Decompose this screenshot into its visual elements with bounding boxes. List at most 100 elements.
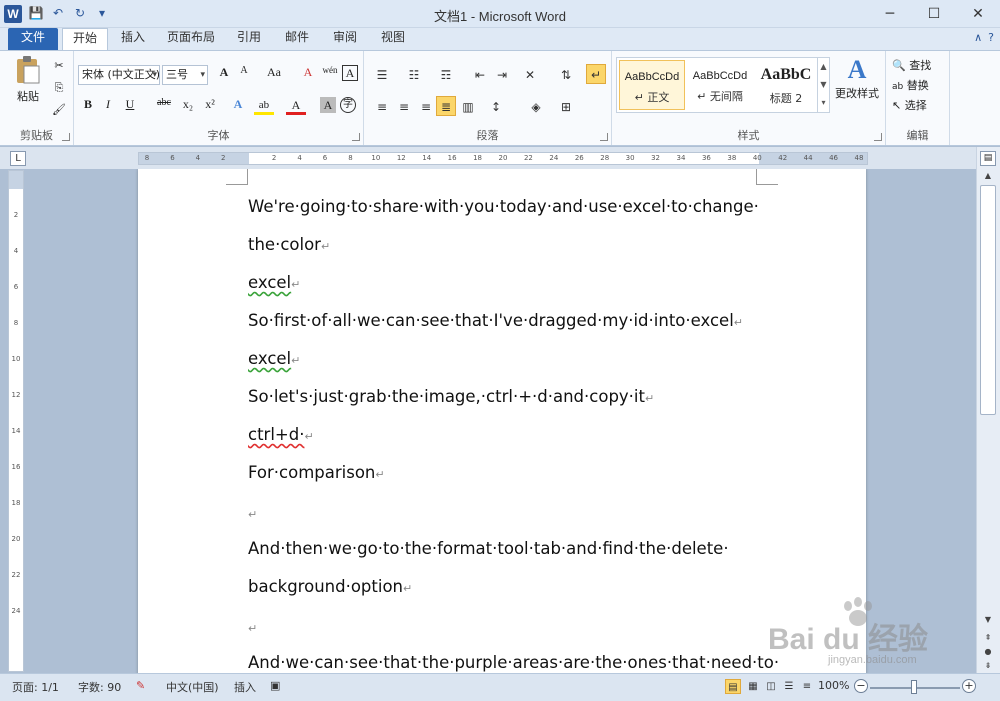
clear-formatting-icon[interactable]: A bbox=[298, 65, 318, 85]
close-button[interactable]: ✕ bbox=[956, 0, 1000, 28]
document-paragraph[interactable]: We're·going·to·share·with·you·today·and·… bbox=[248, 197, 760, 217]
justify-icon[interactable]: ≣ bbox=[436, 96, 456, 116]
tab-insert[interactable]: 插入 bbox=[112, 28, 154, 50]
document-paragraph[interactable]: background·option↵ bbox=[248, 577, 760, 599]
shrink-font-icon[interactable]: A bbox=[234, 65, 254, 85]
zoom-in-button[interactable]: + bbox=[962, 679, 976, 693]
collapse-ribbon-icon[interactable]: ∧ bbox=[974, 31, 982, 44]
enclose-characters-icon[interactable]: 字 bbox=[340, 97, 356, 113]
align-left-icon[interactable]: ≡ bbox=[372, 97, 392, 117]
zoom-level[interactable]: 100% bbox=[818, 679, 849, 692]
help-icon[interactable]: ? bbox=[988, 31, 994, 44]
show-marks-icon[interactable]: ↵ bbox=[586, 64, 606, 84]
outline-view-icon[interactable]: ☰ bbox=[781, 679, 797, 694]
browse-object-icon[interactable]: ● bbox=[981, 645, 995, 659]
paste-button[interactable]: 粘贴 bbox=[10, 55, 46, 113]
document-paragraph[interactable]: So·first·of·all·we·can·see·that·I've·dra… bbox=[248, 311, 760, 333]
font-color-icon[interactable]: A bbox=[286, 97, 306, 115]
style-normal[interactable]: AaBbCcDd ↵ 正文 bbox=[619, 60, 685, 110]
redo-icon[interactable]: ↻ bbox=[72, 5, 88, 21]
style-no-spacing[interactable]: AaBbCcDd ↵ 无间隔 bbox=[687, 60, 753, 110]
bullets-icon[interactable]: ☰ bbox=[372, 65, 392, 85]
tab-view[interactable]: 视图 bbox=[372, 28, 414, 50]
tab-page-layout[interactable]: 页面布局 bbox=[160, 28, 222, 50]
tab-file[interactable]: 文件 bbox=[8, 28, 58, 50]
sort-icon[interactable]: ⇅ bbox=[556, 65, 576, 85]
font-size-select[interactable]: 三号 bbox=[162, 65, 208, 85]
superscript-button[interactable]: x² bbox=[200, 97, 220, 117]
zoom-out-button[interactable]: − bbox=[854, 679, 868, 693]
horizontal-ruler[interactable]: 8 6 4 2 2 4 6 8 10 12 14 16 18 20 22 24 26 28 30 32 34 36 38 40… bbox=[138, 152, 868, 165]
document-paragraph[interactable]: excel↵ bbox=[248, 273, 760, 295]
align-center-icon[interactable]: ≡ bbox=[394, 97, 414, 117]
document-paragraph[interactable]: ↵ bbox=[248, 503, 760, 525]
vertical-ruler[interactable]: 2 4 6 8 10 12 14 16 18 20 22 24 bbox=[8, 170, 24, 672]
tab-review[interactable]: 审阅 bbox=[324, 28, 366, 50]
styles-launcher-icon[interactable] bbox=[874, 133, 882, 141]
paragraph-launcher-icon[interactable] bbox=[600, 133, 608, 141]
macro-record-icon[interactable]: ▣ bbox=[270, 679, 280, 692]
increase-indent-icon[interactable]: ⇥ bbox=[492, 65, 512, 85]
tab-selector-button[interactable]: L bbox=[10, 151, 26, 166]
draft-view-icon[interactable]: ≡ bbox=[799, 679, 815, 694]
document-paragraph[interactable]: So·let's·just·grab·the·image,·ctrl·+·d·a… bbox=[248, 387, 760, 409]
text-effects-icon[interactable]: A bbox=[228, 97, 248, 117]
cut-icon[interactable]: ✂ bbox=[50, 59, 68, 72]
format-painter-icon[interactable]: 🖌 bbox=[50, 103, 68, 116]
underline-button[interactable]: U bbox=[120, 97, 140, 117]
change-case-icon[interactable]: Aa bbox=[262, 65, 286, 85]
previous-page-icon[interactable]: ⇞ bbox=[981, 631, 995, 645]
next-page-icon[interactable]: ⇟ bbox=[981, 659, 995, 673]
italic-button[interactable]: I bbox=[98, 97, 118, 117]
borders-icon[interactable]: ⊞ bbox=[556, 97, 576, 117]
highlight-color-icon[interactable]: ab bbox=[254, 97, 274, 115]
web-layout-view-icon[interactable]: ◫ bbox=[763, 679, 779, 694]
change-styles-button[interactable]: A 更改样式 bbox=[834, 55, 880, 101]
strikethrough-button[interactable]: abc bbox=[152, 97, 176, 117]
phonetic-guide-icon[interactable]: wén bbox=[320, 65, 340, 85]
vertical-scrollbar[interactable]: ▤ ▲ ▼ ⇞ ● ⇟ bbox=[976, 147, 1000, 673]
character-shading-icon[interactable]: A bbox=[320, 97, 336, 113]
bold-button[interactable]: B bbox=[78, 97, 98, 117]
replace-button[interactable]: ab 替换 bbox=[892, 77, 929, 93]
line-spacing-icon[interactable]: ↕ bbox=[486, 97, 506, 117]
zoom-slider-knob[interactable] bbox=[911, 680, 917, 694]
decrease-indent-icon[interactable]: ⇤ bbox=[470, 65, 490, 85]
document-paragraph[interactable]: the·color↵ bbox=[248, 235, 760, 257]
document-paragraph[interactable]: And·we·can·see·that·the·purple·areas·are… bbox=[248, 653, 779, 673]
scroll-thumb[interactable] bbox=[980, 185, 996, 415]
language-indicator[interactable]: 中文(中国) bbox=[166, 679, 219, 695]
copy-icon[interactable]: ⎘ bbox=[50, 81, 68, 95]
save-icon[interactable]: 💾 bbox=[28, 5, 44, 21]
customize-qat-icon[interactable]: ▾ bbox=[94, 5, 110, 21]
word-app-icon[interactable]: W bbox=[4, 5, 22, 23]
page-count[interactable]: 页面: 1/1 bbox=[12, 679, 59, 695]
scroll-down-icon[interactable]: ▼ bbox=[981, 613, 995, 627]
document-paragraph[interactable]: excel↵ bbox=[248, 349, 760, 371]
chinese-layout-icon[interactable]: ✕ bbox=[520, 65, 540, 85]
numbering-icon[interactable]: ☷ bbox=[404, 65, 424, 85]
find-button[interactable]: 🔍 查找 bbox=[892, 57, 931, 73]
document-paragraph[interactable]: And·then·we·go·to·the·format·tool·tab·an… bbox=[248, 539, 760, 559]
minimize-button[interactable]: ─ bbox=[868, 0, 912, 28]
clipboard-launcher-icon[interactable] bbox=[62, 133, 70, 141]
document-paragraph[interactable]: ↵ bbox=[248, 617, 760, 639]
grow-font-icon[interactable]: A bbox=[214, 65, 234, 85]
distributed-icon[interactable]: ▥ bbox=[458, 97, 478, 117]
document-paragraph[interactable]: For·comparison↵ bbox=[248, 463, 760, 485]
font-name-select[interactable]: 宋体 (中文正文) bbox=[78, 65, 160, 85]
scroll-up-icon[interactable]: ▲ bbox=[981, 169, 995, 183]
multilevel-list-icon[interactable]: ☶ bbox=[436, 65, 456, 85]
character-border-icon[interactable]: A bbox=[342, 65, 358, 81]
shading-icon[interactable]: ◈ bbox=[526, 97, 546, 117]
font-launcher-icon[interactable] bbox=[352, 133, 360, 141]
view-ruler-icon[interactable]: ▤ bbox=[980, 151, 996, 166]
style-heading-2[interactable]: AaBbC 标题 2 bbox=[753, 60, 819, 110]
insert-mode[interactable]: 插入 bbox=[234, 679, 256, 695]
tab-mailings[interactable]: 邮件 bbox=[276, 28, 318, 50]
print-layout-view-icon[interactable]: ▤ bbox=[725, 679, 741, 694]
tab-home[interactable]: 开始 bbox=[62, 28, 108, 51]
maximize-button[interactable]: ☐ bbox=[912, 0, 956, 28]
full-screen-view-icon[interactable]: ▦ bbox=[745, 679, 761, 694]
tab-references[interactable]: 引用 bbox=[228, 28, 270, 50]
